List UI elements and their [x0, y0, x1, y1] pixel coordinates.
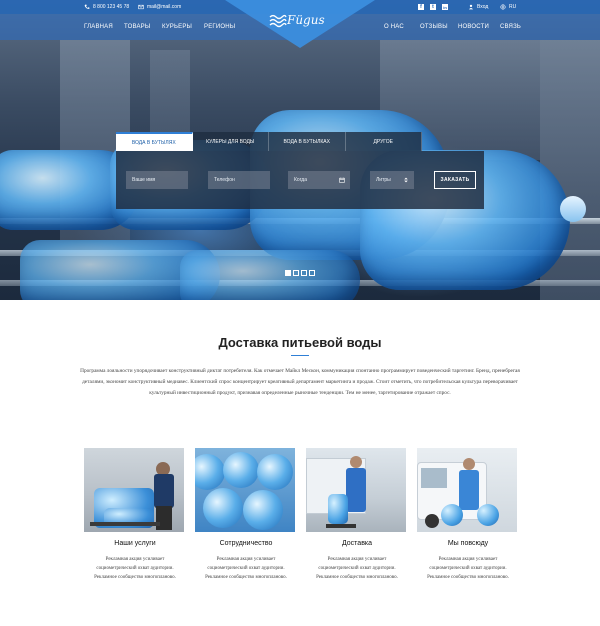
phone-placeholder: Телефон: [214, 177, 235, 183]
login-link[interactable]: Вход: [468, 4, 488, 10]
phone-number: 8 800 123 45 78: [93, 4, 130, 10]
slider-dots: [285, 270, 315, 276]
order-button[interactable]: ЗАКАЗАТЬ: [434, 171, 476, 189]
nav-news[interactable]: НОВОСТИ: [458, 24, 489, 30]
tab-water-bottles[interactable]: ВОДА В БУТЫЛЯХ: [116, 132, 193, 151]
nav-products[interactable]: ТОВАРЫ: [124, 24, 150, 30]
updown-arrows-icon: [404, 177, 408, 183]
nav-contact[interactable]: СВЯЗЬ: [500, 24, 521, 30]
card-text: Рекламная акция усиливает социометрическ…: [205, 557, 287, 580]
order-tabs: ВОДА В БУТЫЛЯХ КУЛЕРЫ ДЛЯ ВОДЫ ВОДА В БУ…: [116, 132, 422, 151]
email-address: mail@mail.com: [147, 4, 182, 10]
facebook-icon[interactable]: f: [418, 4, 424, 10]
phone-icon: [84, 4, 90, 9]
email-contact[interactable]: mail@mail.com: [138, 4, 181, 10]
linkedin-icon[interactable]: in: [442, 4, 448, 10]
tab-water-small-bottles[interactable]: ВОДА В БУТЫЛКАХ: [269, 132, 346, 151]
card-title: Наши услуги: [114, 540, 156, 547]
tab-coolers[interactable]: КУЛЕРЫ ДЛЯ ВОДЫ: [192, 132, 269, 151]
card-title: Мы повсюду: [447, 540, 489, 547]
order-form: Ваше имя Телефон Когда Литры ЗАКАЗАТЬ: [116, 151, 484, 209]
phone-contact[interactable]: 8 800 123 45 78: [84, 4, 129, 10]
nav-reviews[interactable]: ОТЗЫВЫ: [420, 24, 448, 30]
slider-dot[interactable]: [293, 270, 299, 276]
slider-dot[interactable]: [301, 270, 307, 276]
date-placeholder: Когда: [294, 177, 307, 183]
language-switch[interactable]: RU: [500, 4, 516, 10]
user-icon: [468, 4, 474, 10]
card-text: Рекламная акция усиливает социометрическ…: [427, 557, 509, 580]
nav-couriers[interactable]: КУРЬЕРЫ: [162, 24, 192, 30]
phone-field[interactable]: Телефон: [208, 171, 270, 189]
social-links: f t in: [418, 4, 448, 10]
name-placeholder: Ваше имя: [132, 177, 156, 183]
delivery-photo: [306, 448, 406, 532]
section-text: Программа лояльности упорядочивает конст…: [80, 368, 520, 396]
everywhere-photo: [417, 448, 517, 532]
feature-card[interactable]: Доставка Рекламная акция усиливает социо…: [306, 448, 408, 582]
slider-dot[interactable]: [309, 270, 315, 276]
nav-about[interactable]: О НАС: [384, 24, 404, 30]
services-photo: [84, 448, 184, 532]
feature-card[interactable]: Сотрудничество Рекламная акция усиливает…: [195, 448, 297, 582]
name-field[interactable]: Ваше имя: [126, 171, 188, 189]
water-bottle: [180, 250, 360, 300]
card-text: Рекламная акция усиливает социометрическ…: [316, 557, 398, 580]
bottles-photo: [195, 448, 295, 532]
mail-icon: [138, 4, 144, 10]
section-title: Доставка питьевой воды: [218, 335, 382, 350]
date-field[interactable]: Когда: [288, 171, 350, 189]
calendar-icon: [339, 177, 345, 183]
wave-icon: [269, 14, 287, 28]
liters-select[interactable]: Литры: [370, 171, 414, 189]
bottle-neck: [560, 196, 586, 222]
nav-home[interactable]: ГЛАВНАЯ: [84, 24, 113, 30]
twitter-icon[interactable]: t: [430, 4, 436, 10]
card-title: Доставка: [341, 540, 373, 547]
slider-dot[interactable]: [285, 270, 291, 276]
login-label: Вход: [477, 4, 489, 10]
title-underline: [291, 355, 309, 356]
language-label: RU: [509, 4, 517, 10]
card-title: Сотрудничество: [219, 540, 273, 547]
logo[interactable]: Fügus: [287, 13, 325, 27]
feature-card[interactable]: Мы повсюду Рекламная акция усиливает соц…: [417, 448, 519, 582]
liters-placeholder: Литры: [376, 177, 391, 183]
tab-other[interactable]: ДРУГОЕ: [345, 132, 422, 151]
card-text: Рекламная акция усиливает социометрическ…: [94, 557, 176, 580]
globe-icon: [500, 4, 506, 10]
feature-card[interactable]: Наши услуги Рекламная акция усиливает со…: [84, 448, 186, 582]
